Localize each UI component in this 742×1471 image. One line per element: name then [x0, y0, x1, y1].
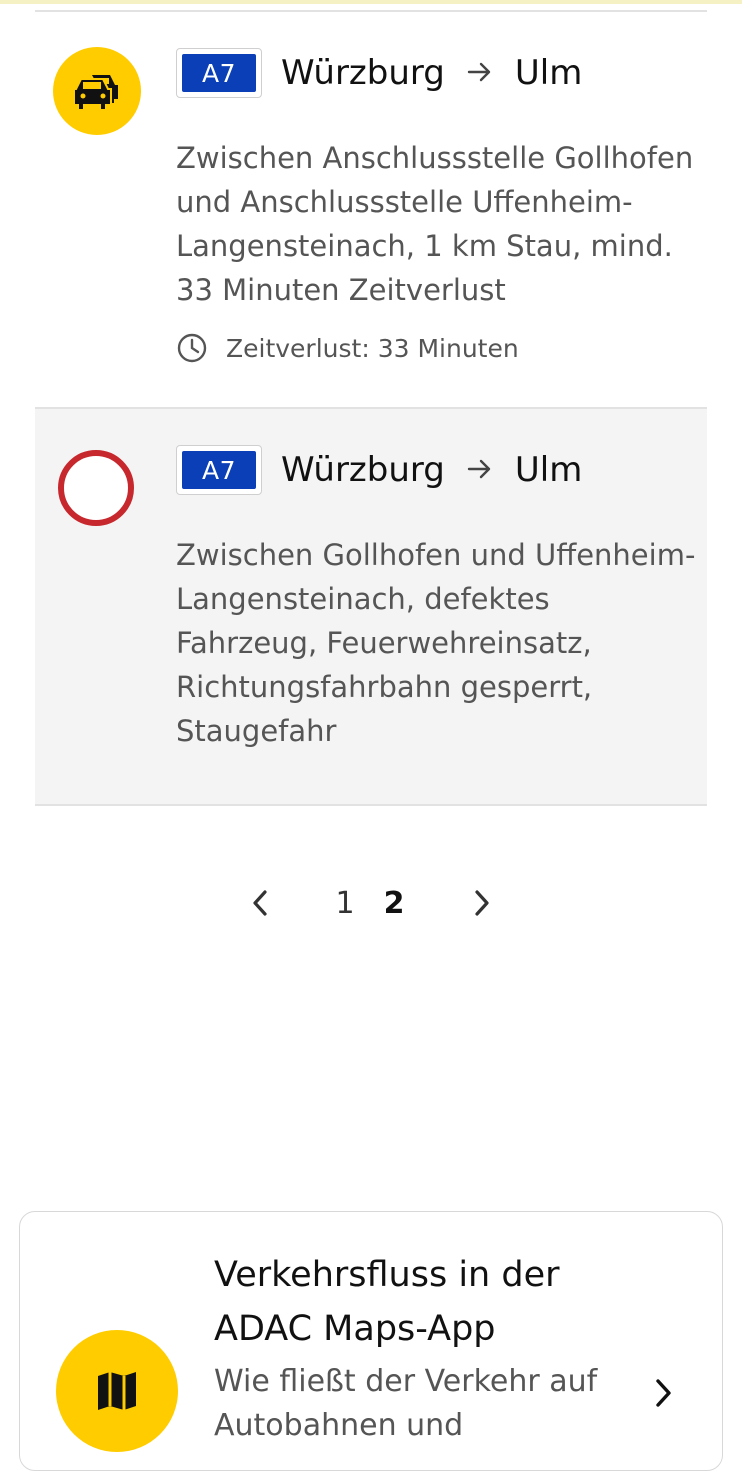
- page-1-button[interactable]: 1: [325, 878, 365, 928]
- route-origin: Würzburg: [281, 450, 445, 490]
- route-destination: Ulm: [514, 450, 583, 490]
- road-closed-sign-icon: [58, 450, 134, 526]
- route-origin: Würzburg: [281, 53, 445, 93]
- map-icon: [56, 1330, 178, 1452]
- route-heading: Würzburg Ulm: [281, 48, 582, 98]
- chevron-right-icon: [656, 1379, 671, 1407]
- top-accent-bar: [0, 0, 742, 4]
- promo-text: Wie fließt der Verkehr auf Autobahnen un…: [214, 1364, 598, 1443]
- autobahn-number: A7: [182, 54, 256, 92]
- list-item[interactable]: A7 Würzburg Ulm Zwischen Gollhofen und U…: [35, 409, 707, 804]
- route-heading: Würzburg Ulm: [281, 445, 582, 495]
- promo-title: Verkehrsfluss in der ADAC Maps-App: [214, 1255, 560, 1349]
- chevron-right-icon: [475, 890, 489, 916]
- delay-label: Zeitverlust: 33 Minuten: [226, 333, 519, 363]
- list-divider: [35, 804, 707, 806]
- maps-app-promo-card[interactable]: Verkehrsfluss in der ADAC Maps-App Wie f…: [19, 1211, 723, 1471]
- autobahn-number: A7: [182, 451, 256, 489]
- previous-page-button[interactable]: [240, 878, 280, 928]
- incident-description: Zwischen Gollhofen und Uffenheim-Langens…: [176, 538, 696, 748]
- chevron-left-icon: [253, 890, 267, 916]
- clock-icon: [177, 333, 207, 363]
- delay-info: Zeitverlust: 33 Minuten: [176, 332, 519, 364]
- incident-description: Zwischen Anschlussstelle Gollhofen und A…: [176, 141, 694, 307]
- pagination: 1 2: [0, 878, 742, 928]
- route-destination: Ulm: [514, 53, 583, 93]
- arrow-right-icon: [467, 57, 493, 90]
- list-item[interactable]: A7 Würzburg Ulm Zwischen Anschlussstelle…: [35, 12, 707, 407]
- next-page-button[interactable]: [462, 878, 502, 928]
- arrow-right-icon: [467, 454, 493, 487]
- page-2-button[interactable]: 2: [374, 878, 414, 928]
- autobahn-badge: A7: [176, 48, 262, 98]
- autobahn-badge: A7: [176, 445, 262, 495]
- traffic-jam-icon: [53, 47, 141, 135]
